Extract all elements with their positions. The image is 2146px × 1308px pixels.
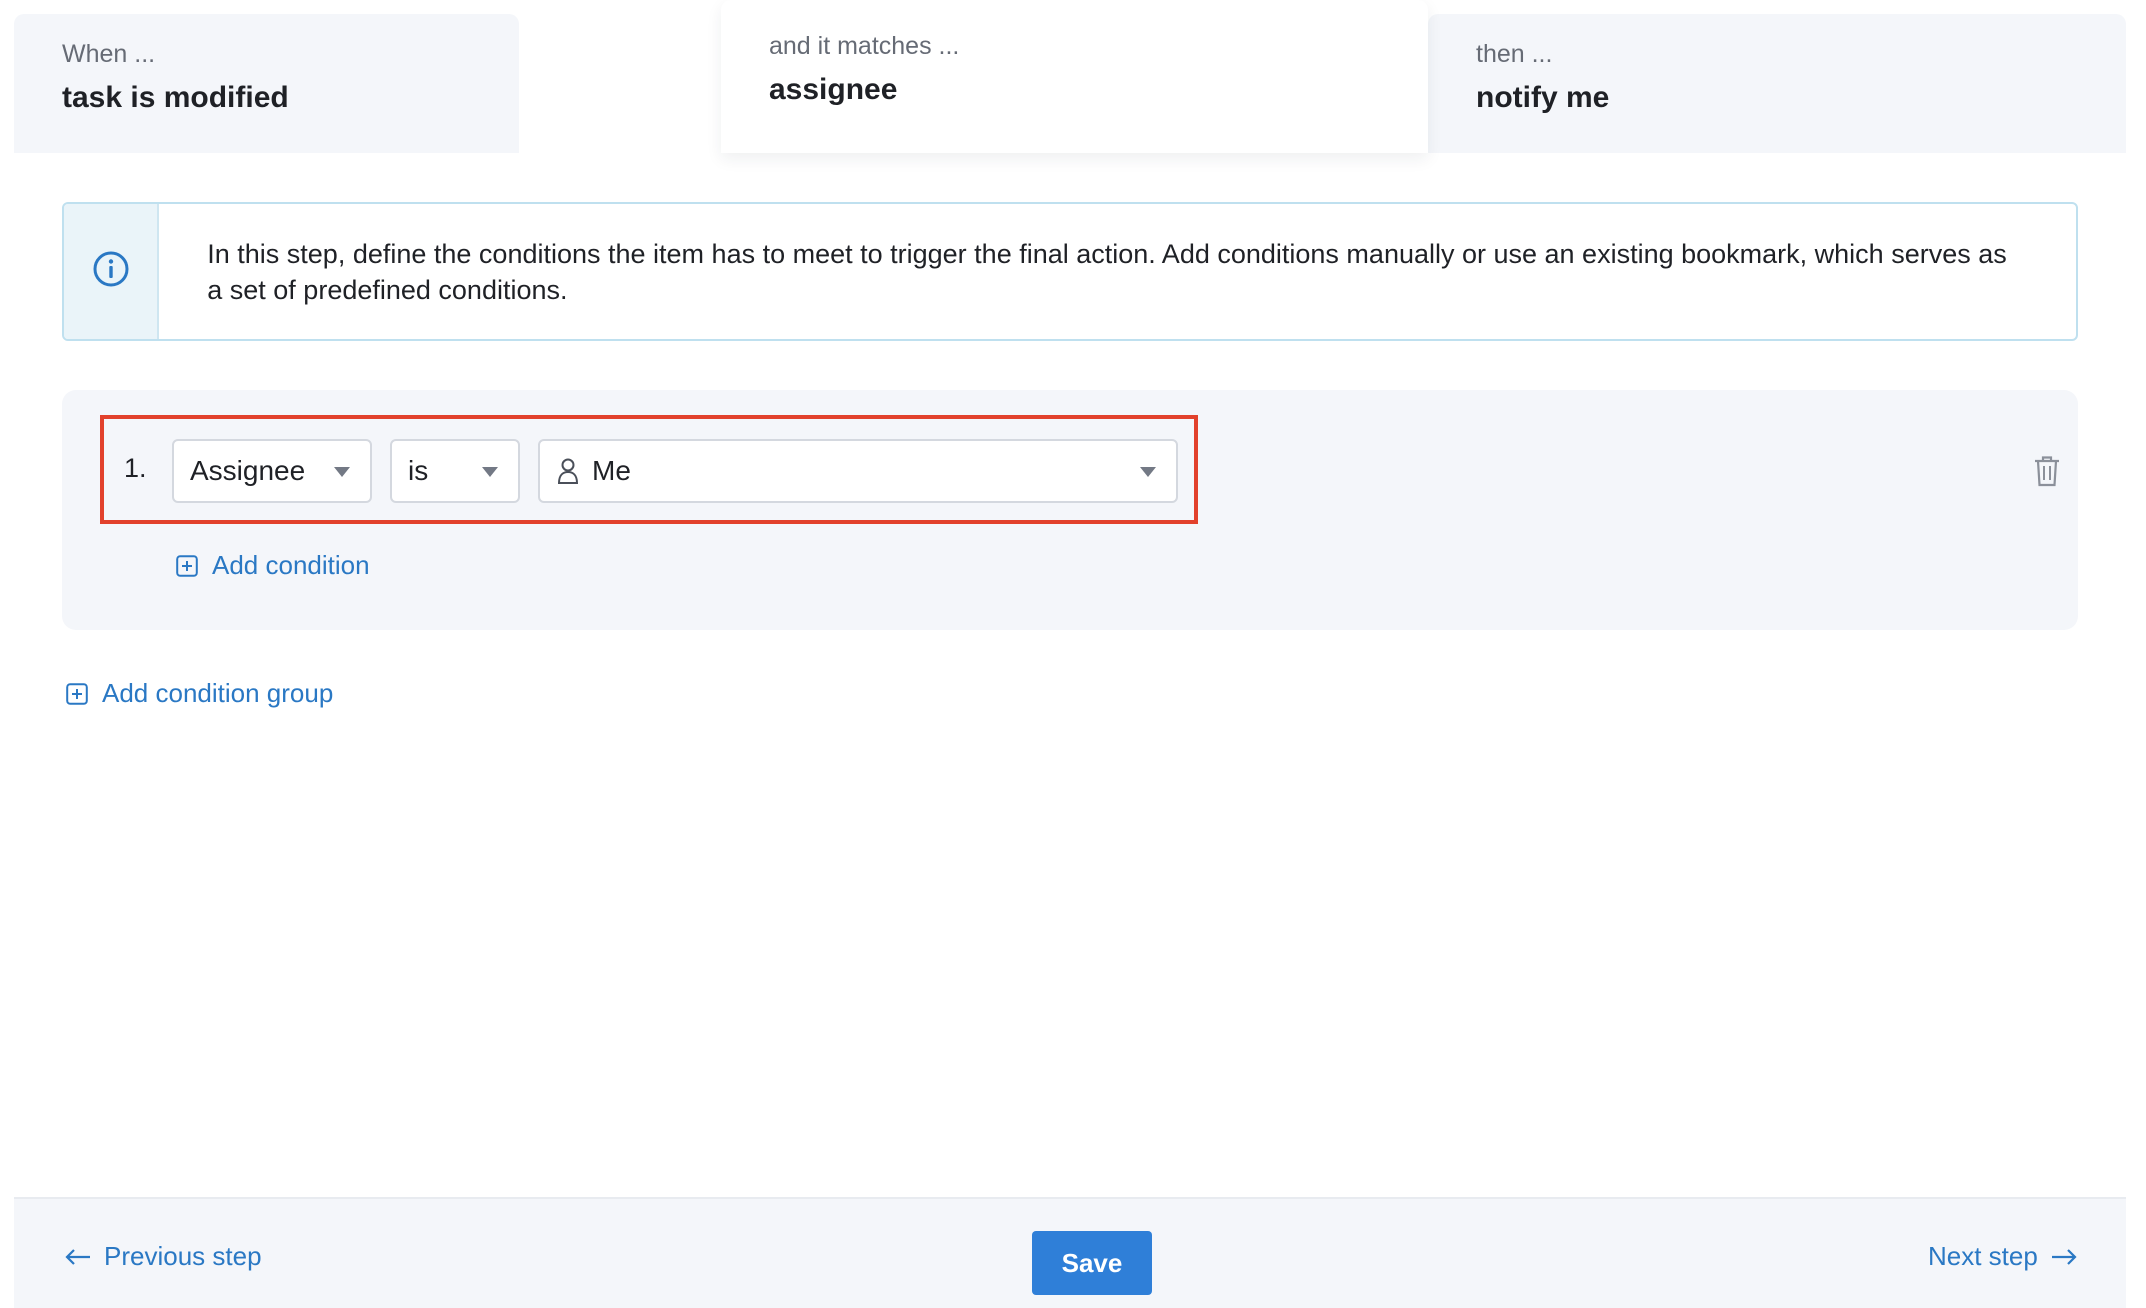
condition-group: 1. Assignee is Me Add condition bbox=[62, 390, 2078, 630]
operator-select-value: is bbox=[408, 455, 429, 486]
info-text: In this step, define the conditions the … bbox=[207, 239, 2007, 305]
step-conditions[interactable]: and it matches ... assignee bbox=[721, 0, 1428, 153]
plus-square-icon bbox=[176, 554, 198, 577]
plus-square-icon bbox=[66, 682, 88, 705]
info-box: In this step, define the conditions the … bbox=[62, 202, 2078, 341]
step-caption: When ... bbox=[62, 40, 156, 68]
step-action[interactable]: then ... notify me bbox=[1428, 14, 2126, 153]
step-value: notify me bbox=[1476, 81, 1610, 114]
add-condition-button[interactable]: Add condition bbox=[176, 550, 370, 581]
info-icon bbox=[92, 250, 130, 293]
step-tabs: When ... task is modified and it matches… bbox=[14, 0, 2126, 153]
field-select-value: Assignee bbox=[190, 455, 306, 486]
operator-select[interactable]: is bbox=[390, 439, 520, 503]
chevron-down-icon bbox=[334, 467, 350, 477]
footer-bar: Previous step Save Next step bbox=[14, 1197, 2126, 1308]
step-trigger[interactable]: When ... task is modified bbox=[14, 14, 519, 153]
save-button[interactable]: Save bbox=[1032, 1231, 1152, 1295]
value-select-value: Me bbox=[592, 455, 631, 486]
info-icon-panel bbox=[64, 204, 160, 339]
step-caption: then ... bbox=[1476, 40, 1553, 68]
trash-icon[interactable] bbox=[2032, 454, 2062, 488]
step-value: task is modified bbox=[62, 81, 289, 114]
next-step-button[interactable]: Next step bbox=[1928, 1241, 2078, 1272]
add-condition-group-button[interactable]: Add condition group bbox=[66, 678, 333, 709]
chevron-down-icon bbox=[1140, 467, 1156, 477]
previous-step-button[interactable]: Previous step bbox=[64, 1241, 262, 1272]
person-icon bbox=[556, 457, 580, 485]
add-condition-group-label: Add condition group bbox=[102, 678, 334, 708]
arrow-right-icon bbox=[2050, 1248, 2078, 1266]
arrow-left-icon bbox=[64, 1248, 92, 1266]
previous-step-label: Previous step bbox=[104, 1241, 262, 1271]
field-select[interactable]: Assignee bbox=[172, 439, 372, 503]
automation-editor: When ... task is modified and it matches… bbox=[14, 0, 2126, 1308]
step-caption: and it matches ... bbox=[769, 32, 960, 60]
add-condition-label: Add condition bbox=[212, 550, 370, 580]
next-step-label: Next step bbox=[1928, 1241, 2038, 1271]
chevron-down-icon bbox=[482, 467, 498, 477]
value-select[interactable]: Me bbox=[538, 439, 1178, 503]
step-value: assignee bbox=[769, 73, 898, 106]
condition-number: 1. bbox=[124, 453, 147, 483]
